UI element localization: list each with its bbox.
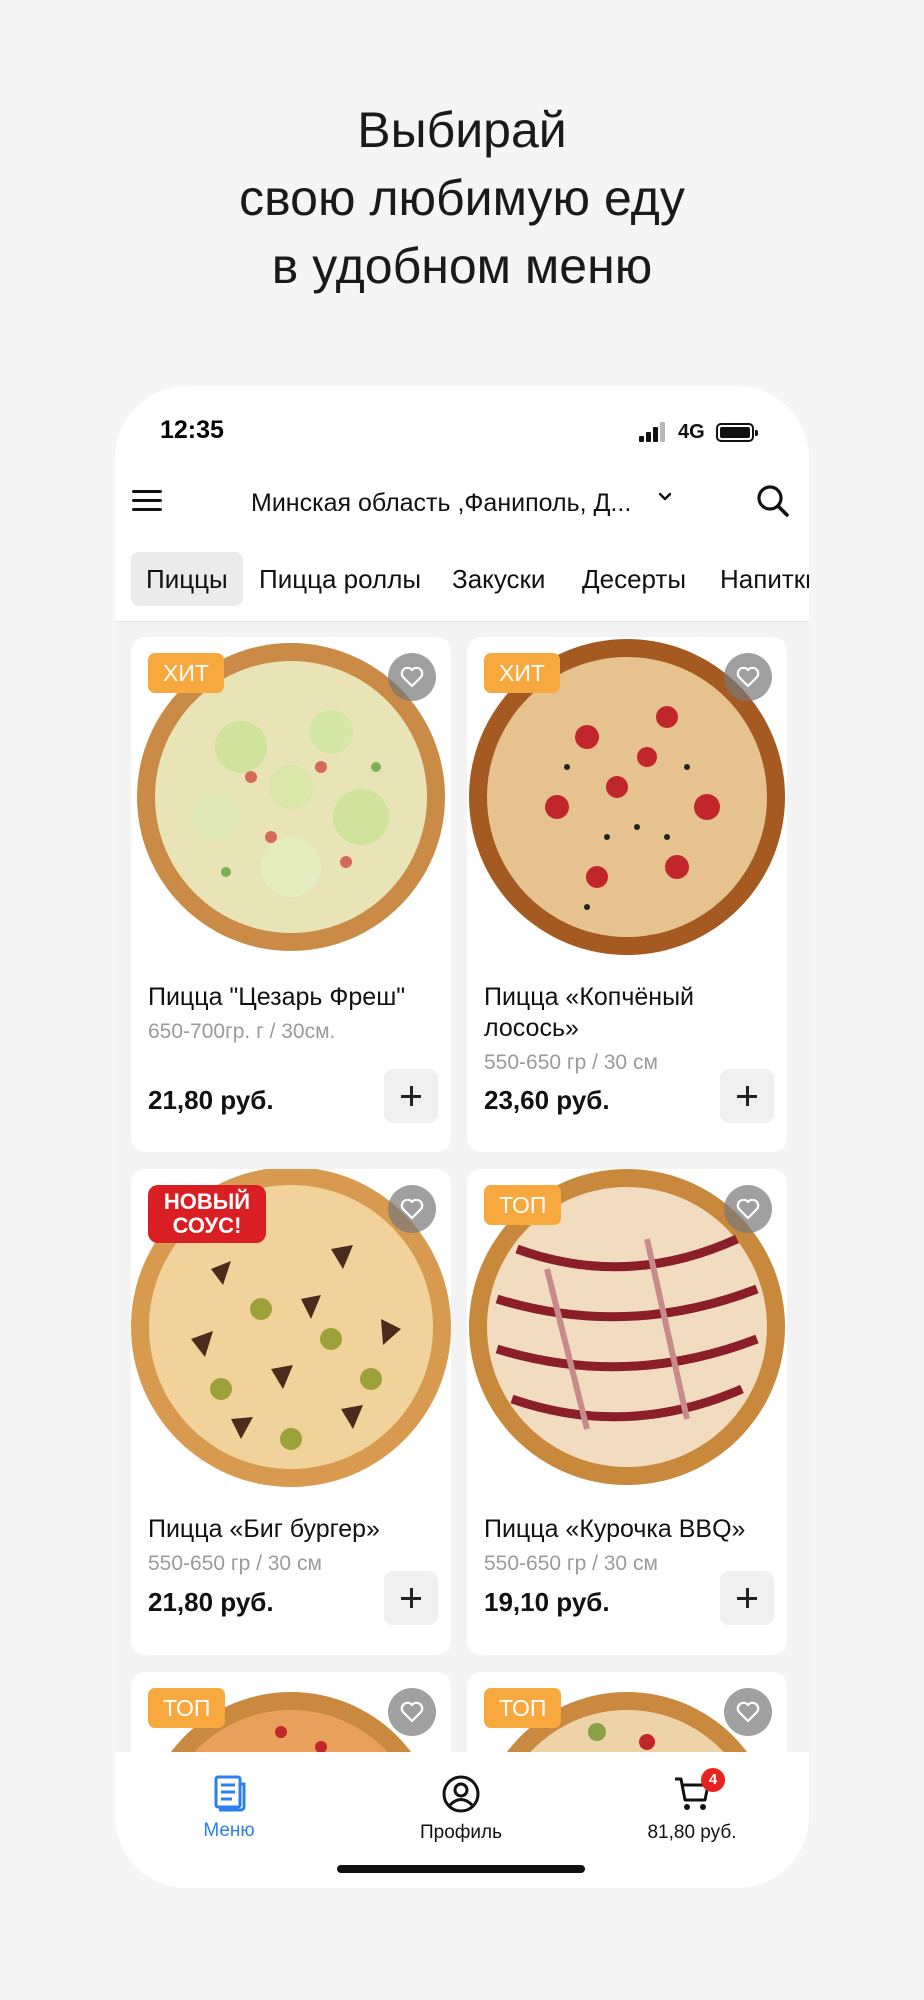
- add-to-cart-button[interactable]: [384, 1571, 438, 1625]
- tab-pizza-rolls[interactable]: Пицца роллы: [244, 552, 436, 606]
- headline-line-1: Выбирай: [357, 102, 567, 158]
- product-price: 21,80 руб.: [148, 1587, 274, 1617]
- hamburger-icon[interactable]: [132, 488, 162, 512]
- headline-line-3: в удобном меню: [271, 238, 653, 294]
- nav-menu[interactable]: Меню: [139, 1774, 319, 1842]
- cart-count-badge: 4: [701, 1768, 725, 1792]
- heart-icon: [736, 666, 760, 688]
- nav-menu-label: Меню: [203, 1820, 255, 1841]
- home-indicator: [337, 1865, 585, 1873]
- product-title: Пицца "Цезарь Фреш": [148, 983, 406, 1011]
- product-weight: 550-650 гр / 30 см: [484, 1552, 658, 1575]
- product-title: Пицца «Курочка BBQ»: [484, 1515, 746, 1543]
- product-card[interactable]: НОВЫЙ СОУС! Пицца «Биг бургер» 550-650 г…: [131, 1169, 451, 1655]
- phone-frame: 12:35 4G Минская область ,Фаниполь, Д...…: [115, 386, 809, 1888]
- product-price: 21,80 руб.: [148, 1085, 274, 1115]
- heart-icon: [736, 1701, 760, 1723]
- profile-icon: [442, 1775, 480, 1813]
- badge-hit: ХИТ: [148, 653, 224, 693]
- badge-new-sauce: НОВЫЙ СОУС!: [148, 1185, 266, 1243]
- add-to-cart-button[interactable]: [720, 1571, 774, 1625]
- favorite-button[interactable]: [388, 653, 436, 701]
- product-price: 19,10 руб.: [484, 1587, 610, 1617]
- status-bar: 12:35 4G: [115, 386, 809, 456]
- favorite-button[interactable]: [388, 1688, 436, 1736]
- favorite-button[interactable]: [724, 653, 772, 701]
- product-card[interactable]: ТОП: [131, 1672, 451, 1752]
- nav-cart[interactable]: 4 81,80 руб.: [602, 1768, 782, 1844]
- badge-top: ТОП: [148, 1688, 226, 1728]
- product-card[interactable]: ТОП Пицца «Курочка BBQ» 550-650 гр / 30 …: [467, 1169, 787, 1655]
- promo-headline: Выбирай свою любимую еду в удобном меню: [0, 96, 924, 300]
- favorite-button[interactable]: [388, 1185, 436, 1233]
- product-grid: ХИТ Пицца "Цезарь Фреш" 650-700гр. г / 3…: [115, 622, 809, 1752]
- add-to-cart-button[interactable]: [384, 1069, 438, 1123]
- signal-icon: [639, 422, 667, 442]
- nav-profile-label: Профиль: [419, 1822, 503, 1843]
- tab-drinks[interactable]: Напитки: [705, 552, 809, 606]
- headline-line-2: свою любимую еду: [239, 170, 685, 226]
- nav-profile[interactable]: Профиль: [371, 1774, 551, 1844]
- delivery-location[interactable]: Минская область ,Фаниполь, Д...: [251, 489, 631, 518]
- search-icon[interactable]: [756, 484, 790, 518]
- heart-icon: [400, 1701, 424, 1723]
- product-weight: 650-700гр. г / 30см.: [148, 1020, 336, 1043]
- heart-icon: [736, 1198, 760, 1220]
- add-to-cart-button[interactable]: [720, 1069, 774, 1123]
- heart-icon: [400, 666, 424, 688]
- badge-top: ТОП: [484, 1688, 562, 1728]
- product-title: Пицца «Копчёный лосось»: [484, 983, 694, 1042]
- status-time: 12:35: [160, 416, 224, 444]
- tab-pizzas[interactable]: Пиццы: [131, 552, 243, 606]
- battery-icon: [716, 423, 758, 442]
- product-card[interactable]: ХИТ Пицца "Цезарь Фреш" 650-700гр. г / 3…: [131, 637, 451, 1152]
- category-tabs: Пиццы Пицца роллы Закуски Десерты Напитк…: [115, 552, 809, 622]
- product-card[interactable]: ХИТ Пицца «Копчёный лосось» 550-650 гр /…: [467, 637, 787, 1152]
- cart-total: 81,80 руб.: [647, 1822, 737, 1843]
- badge-top: ТОП: [484, 1185, 562, 1225]
- product-weight: 550-650 гр / 30 см: [484, 1051, 658, 1074]
- badge-hit: ХИТ: [484, 653, 560, 693]
- top-bar: Минская область ,Фаниполь, Д...: [115, 474, 809, 534]
- network-type: 4G: [678, 421, 705, 443]
- product-title: Пицца «Биг бургер»: [148, 1515, 380, 1543]
- menu-book-icon: [214, 1775, 246, 1812]
- product-weight: 550-650 гр / 30 см: [148, 1552, 322, 1575]
- favorite-button[interactable]: [724, 1185, 772, 1233]
- favorite-button[interactable]: [724, 1688, 772, 1736]
- product-card[interactable]: ТОП: [467, 1672, 787, 1752]
- product-price: 23,60 руб.: [484, 1085, 610, 1115]
- heart-icon: [400, 1198, 424, 1220]
- chevron-down-icon[interactable]: [655, 487, 675, 507]
- tab-snacks[interactable]: Закуски: [437, 552, 560, 606]
- tab-desserts[interactable]: Десерты: [567, 552, 701, 606]
